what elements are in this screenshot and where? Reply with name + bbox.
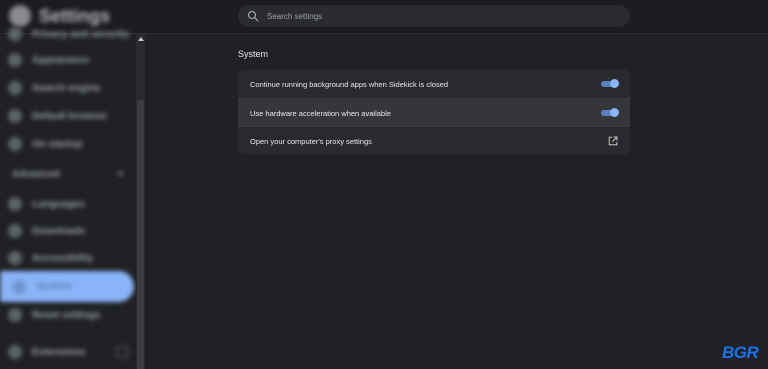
sidebar-item-default-browser[interactable]: Default browser	[8, 107, 108, 125]
sidebar-item-privacy[interactable]: Privacy and security	[8, 25, 129, 43]
sidebar-scrollbar[interactable]	[136, 34, 145, 369]
privacy-icon	[8, 27, 22, 41]
search-box[interactable]	[238, 5, 630, 27]
scroll-up-arrow-icon[interactable]	[138, 37, 144, 41]
globe-icon	[8, 197, 22, 211]
scrollbar-thumb[interactable]	[137, 100, 144, 369]
toggle-knob	[610, 79, 619, 88]
setting-row-hardware-acceleration[interactable]: Use hardware acceleration when available	[238, 98, 630, 127]
system-settings-card: Continue running background apps when Si…	[238, 70, 630, 154]
open-in-new-icon[interactable]	[608, 136, 618, 146]
sidebar-item-label: Appearance	[32, 54, 90, 66]
sidebar-item-appearance[interactable]: Appearance	[8, 51, 89, 69]
setting-label: Continue running background apps when Si…	[250, 79, 449, 89]
setting-label: Open your computer's proxy settings	[250, 136, 372, 146]
sidebar-item-on-startup[interactable]: On startup	[8, 135, 83, 153]
sidebar-item-reset[interactable]: Reset settings	[8, 306, 100, 324]
setting-row-proxy[interactable]: Open your computer's proxy settings	[238, 126, 630, 154]
sidebar-item-label: Extensions	[32, 346, 86, 358]
sidebar-item-label: Languages	[32, 198, 85, 210]
search-icon	[247, 10, 259, 22]
section-title: System	[238, 49, 269, 59]
sidebar-item-label: Privacy and security	[32, 28, 130, 40]
hardware-acceleration-toggle[interactable]	[601, 108, 619, 117]
wrench-icon	[12, 279, 26, 294]
sidebar-item-extensions[interactable]: Extensions	[8, 343, 85, 361]
reset-icon	[8, 308, 22, 322]
sidebar-item-label: Default browser	[32, 110, 108, 122]
download-icon	[8, 224, 22, 238]
sidebar-item-label: Reset settings	[32, 309, 101, 321]
search-input[interactable]	[267, 11, 597, 21]
setting-row-background-apps[interactable]: Continue running background apps when Si…	[238, 70, 630, 98]
background-apps-toggle[interactable]	[601, 79, 619, 88]
sidebar-item-system[interactable]: System	[0, 271, 134, 302]
brand: Settings	[9, 5, 110, 27]
sidebar-item-label: Accessibility	[32, 252, 94, 264]
sidebar-item-search-engine[interactable]: Search engine	[8, 79, 100, 97]
puzzle-icon	[8, 345, 22, 359]
sidebar-advanced-heading[interactable]: Advanced	[12, 169, 60, 180]
toggle-knob	[610, 108, 619, 117]
caret-up-icon[interactable]	[118, 171, 123, 176]
sidebar-item-downloads[interactable]: Downloads	[8, 222, 85, 240]
bgr-watermark: BGR	[722, 343, 759, 362]
browser-icon	[8, 109, 22, 123]
sidebar-item-label: On startup	[32, 138, 83, 150]
sidebar-item-languages[interactable]: Languages	[8, 195, 85, 213]
sidebar: Privacy and security Appearance Search e…	[0, 27, 146, 369]
sidebar-item-accessibility[interactable]: Accessibility	[8, 249, 93, 267]
open-external-icon	[116, 346, 128, 358]
setting-label: Use hardware acceleration when available	[250, 108, 391, 118]
sidebar-item-label: Search engine	[32, 82, 101, 94]
app-title: Settings	[39, 5, 111, 26]
search-engine-icon	[8, 81, 22, 95]
accessibility-icon	[8, 251, 22, 265]
power-icon	[8, 137, 22, 151]
sidebar-item-label: System	[36, 281, 72, 292]
appearance-icon	[8, 53, 22, 67]
sidebar-item-label: Downloads	[32, 225, 86, 237]
settings-logo-icon	[9, 5, 31, 27]
